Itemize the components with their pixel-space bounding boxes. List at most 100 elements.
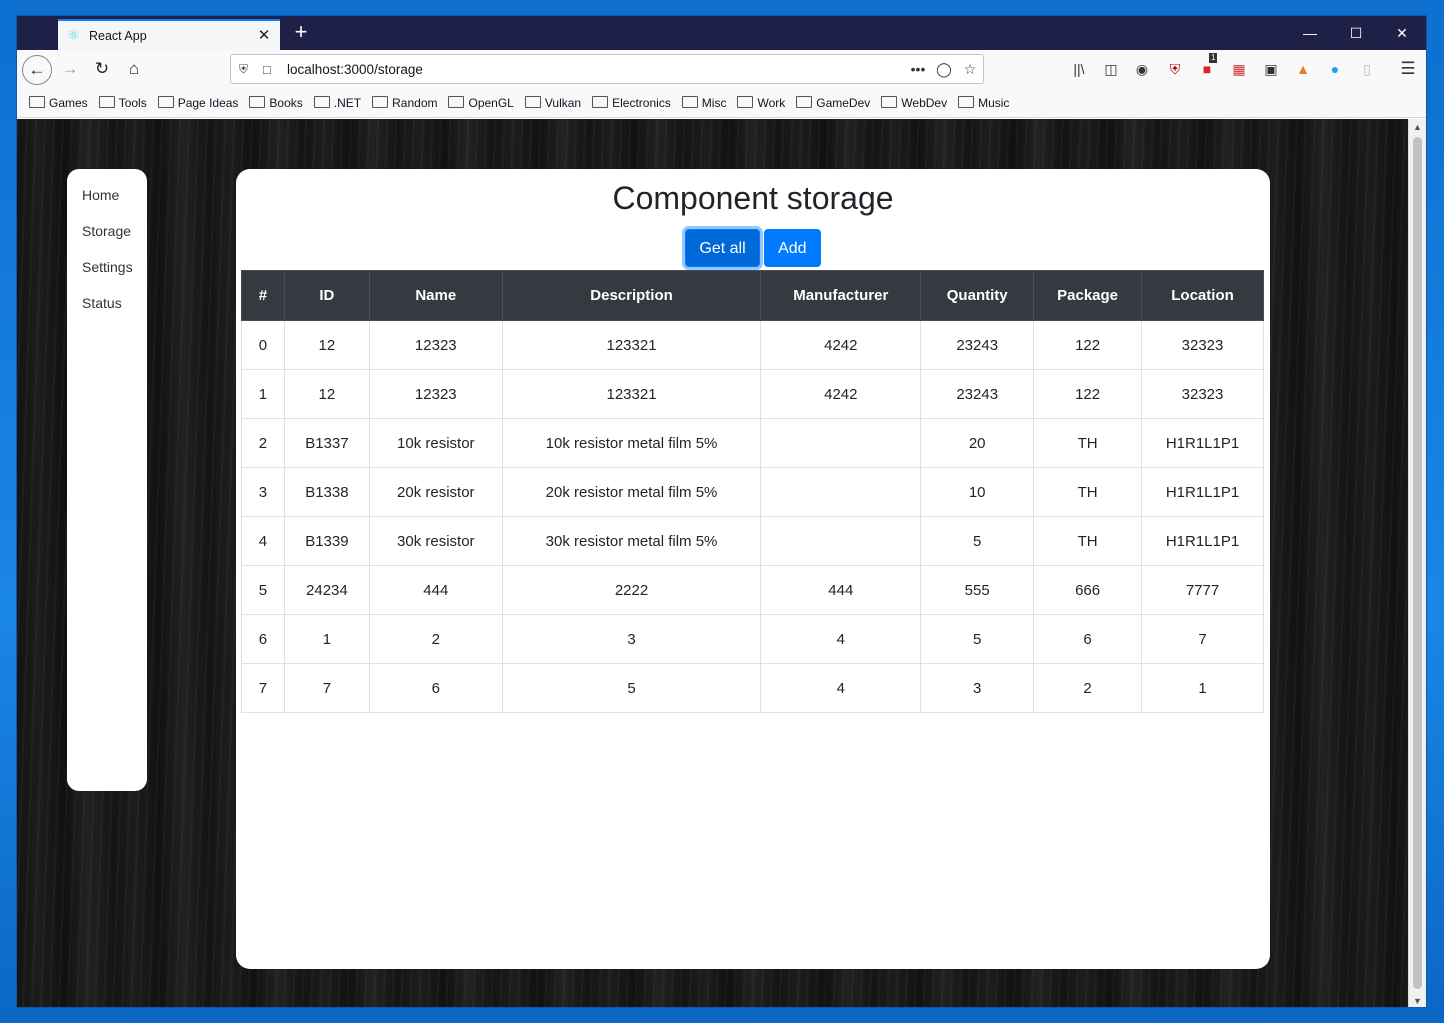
sidebar-item-settings[interactable]: Settings (67, 251, 147, 287)
close-window-button[interactable]: ✕ (1379, 16, 1425, 50)
tab-strip: ⚛ React App ✕ + — ☐ ✕ (17, 16, 1426, 50)
bookmark-folder[interactable]: Random (372, 95, 437, 110)
new-tab-button[interactable]: + (289, 21, 313, 45)
folder-icon (737, 95, 754, 108)
bookmark-folder[interactable]: Vulkan (524, 95, 581, 110)
table-cell: B1338 (283, 467, 370, 517)
table-cell: 2 (368, 614, 503, 664)
table-cell: 32323 (1141, 369, 1264, 419)
add-button[interactable]: Add (764, 229, 821, 267)
table-cell: 12323 (368, 320, 503, 370)
table-cell: 10 (920, 467, 1035, 517)
maximize-button[interactable]: ☐ (1333, 16, 1379, 50)
bookmark-folder[interactable]: Books (249, 95, 303, 110)
table-cell: 4 (241, 516, 285, 566)
table-cell: 3 (920, 663, 1035, 713)
page-info-icon[interactable]: □ (263, 62, 279, 77)
scroll-up-icon[interactable]: ▲ (1409, 119, 1426, 135)
metamask-icon[interactable]: ▲ (1293, 59, 1313, 79)
page-actions-icon[interactable]: ••• (905, 61, 931, 77)
bookmark-label: Misc (701, 95, 727, 110)
table-row[interactable]: 5 24234 444 2222 444 555 666 7777 (241, 565, 1264, 615)
home-button[interactable]: ⌂ (120, 55, 148, 83)
table-row[interactable]: 61234567 (241, 614, 1264, 664)
table-cell: 23243 (920, 320, 1035, 370)
column-header: # (241, 270, 285, 321)
table-cell: 123321 (501, 320, 762, 370)
table-cell: 666 (1033, 565, 1143, 615)
table-cell: TH (1033, 516, 1143, 566)
folder-icon (157, 95, 174, 108)
table-row[interactable]: 77654321 (241, 663, 1264, 713)
table-cell: 30k resistor metal film 5% (501, 516, 762, 566)
table-cell: TH (1033, 467, 1143, 517)
table-cell: 2 (1033, 663, 1143, 713)
folder-icon (313, 95, 330, 108)
sidebar-toggle-icon[interactable]: ◫ (1101, 59, 1121, 79)
get-all-button[interactable]: Get all (685, 229, 760, 267)
bookmark-folder[interactable]: .NET (313, 95, 361, 110)
sidebar-item-home[interactable]: Home (67, 179, 147, 215)
scrollbar-thumb[interactable] (1413, 137, 1422, 989)
bookmark-folder[interactable]: Work (737, 95, 785, 110)
tracking-shield-icon[interactable]: ⛨ (239, 62, 255, 77)
table-cell: 4 (760, 614, 922, 664)
url-input[interactable] (287, 61, 905, 77)
table-body: 0 12 12323 123321 4242 23243 122 32323 1 12 12323 1… (241, 320, 1264, 713)
back-button[interactable]: ← (22, 55, 52, 85)
pocket-icon[interactable]: ◯ (931, 61, 957, 78)
device-icon[interactable]: ▯ (1357, 59, 1377, 79)
bookmark-folder[interactable]: OpenGL (448, 95, 514, 110)
tab-close-icon[interactable]: ✕ (256, 27, 272, 44)
bookmark-folder[interactable]: Tools (98, 95, 147, 110)
table-cell: 24234 (283, 565, 370, 615)
column-header: Description (501, 270, 762, 321)
bookmark-folder[interactable]: Page Ideas (157, 95, 239, 110)
bookmark-folder[interactable]: WebDev (881, 95, 947, 110)
address-bar[interactable]: ⛨ □ ••• ◯ ☆ (230, 54, 984, 84)
bookmark-label: Tools (118, 95, 147, 110)
folder-icon (98, 95, 115, 108)
table-cell: 10k resistor (368, 418, 503, 468)
bookmark-label: Page Ideas (177, 95, 239, 110)
extension-icon[interactable]: ■ 1 (1197, 53, 1218, 79)
table-cell: 444 (760, 565, 922, 615)
ublock-icon[interactable]: ⛨ (1165, 59, 1185, 79)
column-header: ID (283, 270, 370, 321)
library-icon[interactable]: ||\ (1069, 59, 1089, 79)
tab-react-app[interactable]: ⚛ React App ✕ (58, 19, 280, 50)
folder-icon (372, 95, 389, 108)
folder-icon (958, 95, 975, 108)
extension-icon-2[interactable]: ▦ (1229, 59, 1249, 79)
sidebar-item-storage[interactable]: Storage (67, 215, 147, 251)
table-cell: 1 (283, 614, 370, 664)
bookmark-label: Books (269, 95, 303, 110)
main-card: Component storage Get all Add # ID Name Des… (236, 169, 1270, 969)
table-row[interactable]: 1 12 12323 123321 4242 23243 122 32323 (241, 369, 1264, 419)
account-icon[interactable]: ◉ (1132, 59, 1152, 79)
table-cell: 12 (283, 369, 370, 419)
vertical-scrollbar[interactable]: ▲ ▼ (1408, 119, 1426, 1007)
reload-button[interactable]: ↻ (88, 55, 116, 83)
folder-icon (881, 95, 898, 108)
table-row[interactable]: 3 B1338 20k resistor 20k resistor metal fil… (241, 467, 1264, 517)
column-header: Quantity (920, 270, 1035, 321)
forward-button[interactable]: → (56, 55, 84, 83)
table-row[interactable]: 0 12 12323 123321 4242 23243 122 32323 (241, 320, 1264, 370)
extension-icon-3[interactable]: ● (1325, 59, 1345, 79)
bookmark-folder[interactable]: Electronics (592, 95, 671, 110)
bookmark-star-icon[interactable]: ☆ (957, 61, 983, 78)
bookmark-folder[interactable]: GameDev (796, 95, 870, 110)
minimize-button[interactable]: — (1287, 16, 1333, 50)
image-extension-icon[interactable]: ▣ (1261, 59, 1281, 79)
table-row[interactable]: 4 B1339 30k resistor 30k resistor metal fil… (241, 516, 1264, 566)
bookmark-folder[interactable]: Misc (681, 95, 727, 110)
bookmark-folder[interactable]: Music (958, 95, 1009, 110)
bookmark-folder[interactable]: Games (29, 95, 88, 110)
table-row[interactable]: 2 B1337 10k resistor 10k resistor metal fil… (241, 418, 1264, 468)
scroll-down-icon[interactable]: ▼ (1409, 993, 1426, 1007)
sidebar-item-status[interactable]: Status (67, 287, 147, 323)
table-cell: 7777 (1141, 565, 1264, 615)
menu-icon[interactable]: ☰ (1398, 59, 1418, 79)
components-table: # ID Name Description Manufacturer Quantity Pa… (241, 270, 1264, 713)
